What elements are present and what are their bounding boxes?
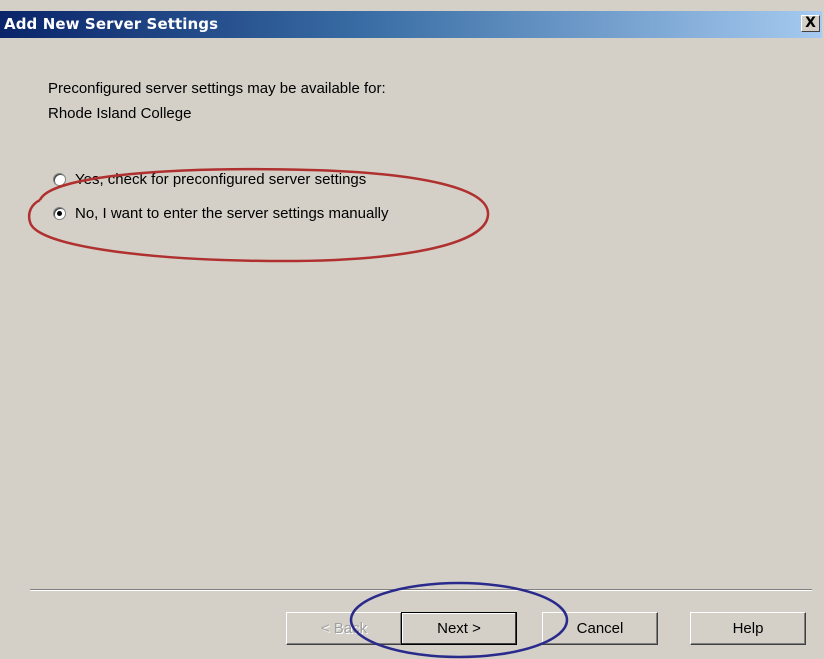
dialog-title: Add New Server Settings [4,15,219,33]
next-button[interactable]: Next > [401,612,517,645]
radio-no[interactable] [53,207,66,220]
option-no-manual[interactable]: No, I want to enter the server settings … [53,205,388,222]
option-no-label[interactable]: No, I want to enter the server settings … [75,205,388,222]
radio-yes[interactable] [53,173,66,186]
close-icon: X [805,15,816,31]
help-button[interactable]: Help [690,612,806,645]
option-yes-check-preconfigured[interactable]: Yes, check for preconfigured server sett… [53,171,366,188]
back-button[interactable]: < Back [286,612,402,645]
intro-line: Preconfigured server settings may be ava… [48,80,386,97]
college-name: Rhode Island College [48,105,192,122]
add-server-dialog: Add New Server Settings X Preconfigured … [0,0,824,659]
intro-text: Preconfigured server settings may be ava… [48,76,386,126]
cancel-button[interactable]: Cancel [542,612,658,645]
close-button[interactable]: X [801,15,820,32]
title-bar[interactable]: Add New Server Settings X [0,11,822,38]
separator-line [30,589,812,591]
option-yes-label[interactable]: Yes, check for preconfigured server sett… [75,171,366,188]
